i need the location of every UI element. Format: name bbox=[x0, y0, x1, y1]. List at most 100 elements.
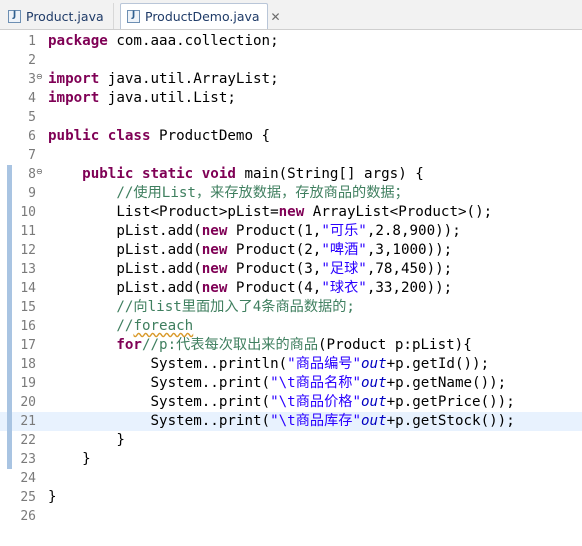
code-token: static bbox=[141, 166, 194, 182]
code-text: System..print("\t商品价格"out+p.getPrice()); bbox=[48, 393, 514, 412]
code-editor[interactable]: 1 package com.aaa.collection; 2 3 ⊖ import ja… bbox=[0, 30, 582, 546]
line-number: 21 bbox=[20, 414, 36, 429]
code-token: System. bbox=[48, 394, 211, 410]
code-token: System. bbox=[48, 413, 211, 429]
code-token: class bbox=[107, 128, 151, 144]
code-text: System..println("商品编号"out+p.getId()); bbox=[48, 355, 489, 374]
editor-tab-bar: J Product.java J ProductDemo.java ✕ bbox=[0, 0, 582, 30]
code-token: for bbox=[116, 337, 142, 353]
code-line[interactable]: 19 System..print("\t商品名称"out+p.getName()… bbox=[0, 374, 582, 393]
code-token: +p.getName()); bbox=[386, 375, 507, 391]
code-line[interactable]: 14 pList.add(new Product(4,"球衣",33,200))… bbox=[0, 279, 582, 298]
code-token: +p.getStock()); bbox=[386, 413, 515, 429]
code-line[interactable]: 3 ⊖ import java.util.ArrayList; bbox=[0, 70, 582, 89]
code-token: out bbox=[361, 375, 387, 391]
code-line[interactable]: 5 bbox=[0, 108, 582, 127]
code-token: ,3,1000)); bbox=[366, 242, 453, 258]
code-line[interactable]: 7 bbox=[0, 146, 582, 165]
code-line[interactable]: 12 pList.add(new Product(2,"啤酒",3,1000))… bbox=[0, 241, 582, 260]
code-text: pList.add(new Product(4,"球衣",33,200)); bbox=[48, 279, 452, 298]
code-line[interactable]: 15 //向list里面加入了4条商品数据的; bbox=[0, 298, 582, 317]
line-number: 16 bbox=[20, 319, 36, 334]
tab-label: ProductDemo.java bbox=[145, 9, 260, 24]
code-line[interactable]: 23 } bbox=[0, 450, 582, 469]
code-line[interactable]: 6 public class ProductDemo { bbox=[0, 127, 582, 146]
code-line[interactable]: 13 pList.add(new Product(3,"足球",78,450))… bbox=[0, 260, 582, 279]
code-line[interactable]: 17 for//p:代表每次取出来的商品(Product p:pList){ bbox=[0, 336, 582, 355]
line-number: 8 bbox=[28, 167, 36, 182]
code-line[interactable]: 9 //使用List，来存放数据，存放商品的数据； bbox=[0, 184, 582, 203]
code-token: new bbox=[201, 223, 228, 239]
code-token: pList.add( bbox=[48, 280, 202, 296]
fold-collapse-icon[interactable]: ⊖ bbox=[36, 167, 43, 176]
code-token: new bbox=[201, 261, 228, 277]
code-token: out bbox=[361, 356, 387, 372]
code-token: pList.add( bbox=[48, 261, 202, 277]
fold-collapse-icon[interactable]: ⊖ bbox=[36, 72, 43, 81]
code-line[interactable]: 18 System..println("商品编号"out+p.getId()); bbox=[0, 355, 582, 374]
code-line[interactable]: 22 } bbox=[0, 431, 582, 450]
line-number: 26 bbox=[20, 509, 36, 524]
code-token: ,2.8,900)); bbox=[366, 223, 461, 239]
close-icon[interactable]: ✕ bbox=[271, 10, 281, 24]
code-token: "啤酒" bbox=[321, 242, 367, 258]
code-token: ProductDemo { bbox=[150, 128, 271, 144]
code-line[interactable]: 24 bbox=[0, 469, 582, 488]
line-number: 2 bbox=[28, 53, 36, 68]
code-token: .println( bbox=[210, 356, 288, 372]
code-text: pList.add(new Product(3,"足球",78,450)); bbox=[48, 260, 452, 279]
code-text: package com.aaa.collection; bbox=[48, 32, 279, 51]
code-line[interactable]: 4 import java.util.List; bbox=[0, 89, 582, 108]
code-text: public class ProductDemo { bbox=[48, 127, 270, 146]
line-number: 24 bbox=[20, 471, 36, 486]
code-token: .print( bbox=[210, 413, 271, 429]
code-line[interactable]: 2 bbox=[0, 51, 582, 70]
code-token: java.util.ArrayList; bbox=[99, 71, 279, 87]
code-token: Product(3, bbox=[227, 261, 322, 277]
line-number: 5 bbox=[28, 110, 36, 125]
line-number: 7 bbox=[28, 148, 36, 163]
code-token: .print( bbox=[210, 375, 271, 391]
code-line[interactable]: 8 ⊖ public static void main(String[] args… bbox=[0, 165, 582, 184]
code-token: "商品编号" bbox=[287, 356, 362, 372]
tab-product-java[interactable]: J Product.java bbox=[2, 3, 114, 29]
code-line[interactable]: 26 bbox=[0, 507, 582, 526]
line-number: 25 bbox=[20, 490, 36, 505]
code-token: pList.add( bbox=[48, 242, 202, 258]
code-token: package bbox=[48, 33, 108, 49]
code-text: import java.util.ArrayList; bbox=[48, 70, 279, 89]
code-token: "\t商品库存" bbox=[270, 413, 362, 429]
code-text: public static void main(String[] args) { bbox=[48, 165, 424, 184]
code-token: foreach bbox=[133, 318, 194, 334]
code-line[interactable]: 11 pList.add(new Product(1,"可乐",2.8,900)… bbox=[0, 222, 582, 241]
code-token: } bbox=[48, 432, 125, 448]
java-file-icon: J bbox=[127, 10, 140, 23]
code-token: java.util.List; bbox=[99, 90, 236, 106]
code-text: List<Product>pList=new ArrayList<Product… bbox=[48, 203, 492, 222]
code-token: new bbox=[201, 280, 228, 296]
code-token: new bbox=[278, 204, 305, 220]
line-number: 11 bbox=[20, 224, 36, 239]
line-number: 13 bbox=[20, 262, 36, 277]
code-text: import java.util.List; bbox=[48, 89, 236, 108]
code-line[interactable]: 25} bbox=[0, 488, 582, 507]
line-number: 17 bbox=[20, 338, 36, 353]
code-line[interactable]: 21 System..print("\t商品库存"out+p.getStock(… bbox=[0, 412, 582, 431]
code-line[interactable]: 20 System..print("\t商品价格"out+p.getPrice(… bbox=[0, 393, 582, 412]
code-token: // bbox=[116, 318, 134, 334]
code-text: //使用List，来存放数据，存放商品的数据； bbox=[48, 184, 408, 203]
line-number: 15 bbox=[20, 300, 36, 315]
code-token: public bbox=[48, 128, 100, 144]
line-number: 20 bbox=[20, 395, 36, 410]
code-line[interactable]: 16 //foreach bbox=[0, 317, 582, 336]
code-token: .print( bbox=[210, 394, 271, 410]
tab-productdemo-java[interactable]: J ProductDemo.java ✕ bbox=[120, 3, 281, 29]
code-line[interactable]: 10 List<Product>pList=new ArrayList<Prod… bbox=[0, 203, 582, 222]
code-line[interactable]: 1 package com.aaa.collection; bbox=[0, 32, 582, 51]
code-token: pList.add( bbox=[48, 223, 202, 239]
code-token: "可乐" bbox=[321, 223, 367, 239]
line-number: 4 bbox=[28, 91, 36, 106]
